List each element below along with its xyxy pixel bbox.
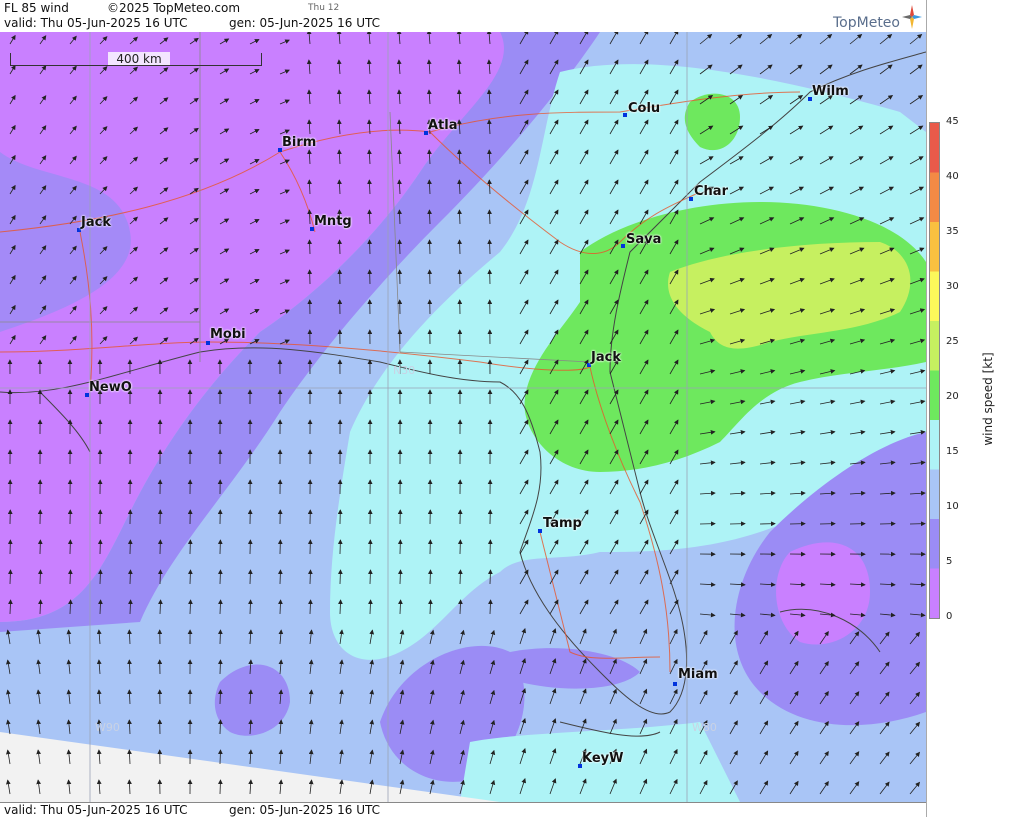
wind-arrow bbox=[220, 720, 221, 734]
wind-arrow bbox=[400, 570, 401, 584]
city-label-newo: NewO bbox=[89, 380, 132, 395]
city-label-mntg: Mntg bbox=[314, 214, 352, 229]
legend-tick-label: 45 bbox=[946, 116, 959, 127]
wind-arrow bbox=[310, 570, 311, 584]
wind-arrow bbox=[220, 780, 221, 794]
brand-logo: TopMeteo bbox=[833, 15, 900, 31]
wind-arrow bbox=[310, 240, 311, 254]
city-label-char: Char bbox=[694, 184, 728, 199]
map-footer: valid: Thu 05-Jun-2025 16 UTC gen: 05-Ju… bbox=[0, 802, 926, 818]
legend-tick-label: 40 bbox=[946, 171, 959, 182]
wind-arrow bbox=[220, 750, 221, 764]
wind-arrow bbox=[370, 240, 371, 254]
wind-arrow bbox=[220, 630, 221, 644]
city-label-colu: Colu bbox=[628, 101, 660, 116]
scale-bar: 400 km bbox=[8, 53, 258, 67]
wind-arrow bbox=[280, 570, 281, 584]
footer-generation-time: gen: 05-Jun-2025 16 UTC bbox=[229, 803, 380, 817]
legend-colorbar bbox=[929, 122, 940, 619]
wind-arrow bbox=[400, 240, 401, 254]
legend-tick-label: 25 bbox=[946, 336, 959, 347]
legend-tick-label: 5 bbox=[946, 556, 952, 567]
wind-arrow bbox=[220, 690, 221, 704]
wind-arrow bbox=[340, 240, 341, 254]
city-label-tamp: Tamp bbox=[543, 516, 582, 531]
legend-tick-label: 35 bbox=[946, 226, 959, 237]
city-label-wilm: Wilm bbox=[812, 84, 849, 99]
wind-arrow bbox=[220, 570, 221, 584]
legend-tick-label: 20 bbox=[946, 391, 959, 402]
city-label-jackson: Jack bbox=[81, 215, 111, 230]
forecast-day: Thu 12 bbox=[308, 3, 339, 13]
footer-valid-time: valid: Thu 05-Jun-2025 16 UTC bbox=[4, 803, 188, 817]
wind-arrow bbox=[460, 240, 461, 254]
wind-arrow bbox=[220, 660, 221, 674]
city-marker bbox=[538, 529, 542, 533]
city-marker bbox=[673, 682, 677, 686]
scale-label: 400 km bbox=[108, 52, 170, 65]
wind-arrow bbox=[250, 570, 251, 584]
wind-map[interactable] bbox=[0, 32, 926, 802]
compass-star-icon bbox=[902, 5, 922, 29]
wind-arrow bbox=[490, 570, 491, 584]
city-marker bbox=[623, 113, 627, 117]
wind-arrow bbox=[160, 570, 161, 584]
wind-arrow bbox=[430, 240, 431, 254]
city-label-keyw: KeyW bbox=[582, 751, 623, 766]
valid-time: valid: Thu 05-Jun-2025 16 UTC bbox=[4, 16, 188, 30]
wind-arrow bbox=[340, 570, 341, 584]
product-title: FL 85 wind bbox=[4, 1, 69, 15]
wind-arrow bbox=[370, 570, 371, 584]
city-label-sava: Sava bbox=[626, 232, 661, 247]
city-marker bbox=[621, 244, 625, 248]
city-label-miam: Miam bbox=[678, 667, 718, 682]
wind-arrow bbox=[490, 240, 491, 254]
legend-tick-label: 0 bbox=[946, 611, 952, 622]
wind-arrow bbox=[430, 570, 431, 584]
wind-arrow bbox=[70, 570, 71, 584]
generation-time: gen: 05-Jun-2025 16 UTC bbox=[229, 16, 380, 30]
longitude-label-east: W80 bbox=[692, 721, 717, 734]
longitude-label-west: W90 bbox=[95, 721, 120, 734]
wind-arrow bbox=[10, 570, 11, 584]
wind-arrow bbox=[40, 570, 41, 584]
city-label-atla: Atla bbox=[428, 118, 458, 133]
map-header: FL 85 wind ©2025 TopMeteo.com Thu 12 val… bbox=[0, 0, 926, 33]
copyright: ©2025 TopMeteo.com bbox=[107, 1, 240, 15]
wind-arrow bbox=[100, 570, 101, 584]
city-marker bbox=[689, 197, 693, 201]
legend-tick-label: 15 bbox=[946, 446, 959, 457]
city-label-mobi: Mobi bbox=[210, 327, 246, 342]
city-label-jacksonville: Jack bbox=[591, 350, 621, 365]
wind-arrow bbox=[130, 570, 131, 584]
wind-arrow bbox=[190, 570, 191, 584]
latitude-label: N30 bbox=[393, 364, 415, 377]
legend-tick-label: 10 bbox=[946, 501, 959, 512]
wind-arrow bbox=[460, 570, 461, 584]
city-label-birm: Birm bbox=[282, 135, 316, 150]
legend-title: wind speed [kt] bbox=[981, 339, 995, 459]
legend-tick-label: 30 bbox=[946, 281, 959, 292]
